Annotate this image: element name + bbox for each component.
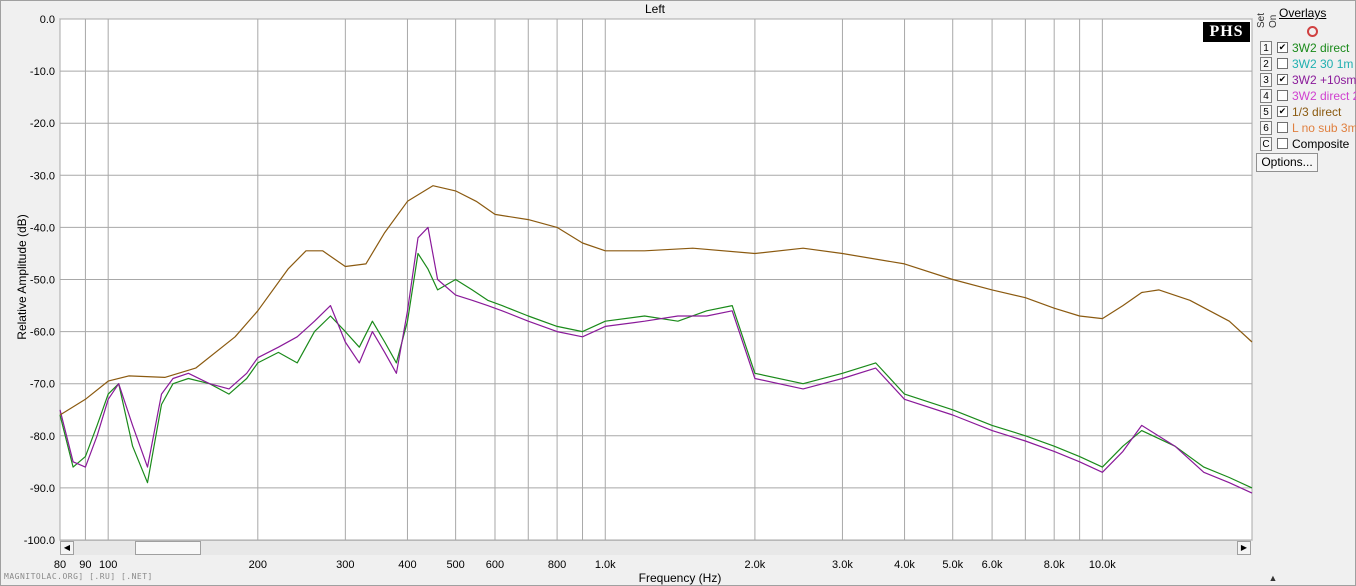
y-tick-label: -20.0 — [30, 118, 55, 130]
overlays-panel: Overlays Set On 1 ✔ 3W2 direct 2 3W2 30 1m 3 ✔… — [1256, 6, 1356, 176]
overlay-row[interactable]: 6 L no sub 3m — [1260, 121, 1356, 136]
overlay-label: 1/3 direct — [1292, 105, 1342, 119]
overlay-row[interactable]: 2 3W2 30 1m — [1260, 57, 1356, 72]
x-tick-label: 200 — [249, 559, 267, 571]
x-tick-label: 100 — [99, 559, 117, 571]
resize-grip-icon[interactable]: ▲ — [1268, 573, 1278, 583]
y-tick-label: -90.0 — [30, 483, 55, 495]
x-tick-label: 5.0k — [942, 559, 963, 571]
y-tick-label: -40.0 — [30, 222, 55, 234]
x-tick-label: 8.0k — [1044, 559, 1065, 571]
x-tick-label: 10.0k — [1089, 559, 1116, 571]
y-tick-label: -30.0 — [30, 170, 55, 182]
x-tick-label: 90 — [79, 559, 91, 571]
x-tick-label: 800 — [548, 559, 566, 571]
frequency-response-chart: 0.0 -10.0 -20.0 -30.0 -40.0 -50.0 -60.0 -70.0 -8… — [24, 14, 1253, 571]
x-tick-label: 300 — [336, 559, 354, 571]
overlay-row[interactable]: C Composite — [1260, 137, 1356, 152]
overlay-checkbox[interactable]: ✔ — [1277, 42, 1288, 53]
overlay-label: 3W2 30 1m — [1292, 57, 1354, 71]
overlay-row[interactable]: 4 3W2 direct 2 — [1260, 89, 1356, 104]
overlay-label: 3W2 direct — [1292, 41, 1350, 55]
overlay-set-button[interactable]: 5 — [1260, 105, 1272, 119]
overlay-label: L no sub 3m — [1292, 121, 1356, 135]
overlay-checkbox[interactable] — [1277, 58, 1288, 69]
overlay-set-button[interactable]: 2 — [1260, 57, 1272, 71]
overlays-title: Overlays — [1279, 6, 1327, 20]
y-tick-label: 0.0 — [40, 14, 55, 26]
y-tick-label: -80.0 — [30, 431, 55, 443]
overlay-label: Composite — [1292, 137, 1350, 151]
options-button[interactable]: Options... — [1256, 153, 1318, 172]
overlay-checkbox[interactable]: ✔ — [1277, 106, 1288, 117]
x-tick-label: 400 — [398, 559, 416, 571]
overlay-row[interactable]: 3 ✔ 3W2 +10sm — [1260, 73, 1356, 88]
record-circle-icon[interactable] — [1307, 26, 1318, 37]
overlay-label: 3W2 +10sm — [1292, 73, 1356, 87]
watermark: MAGNITOLAC.ORG] [.RU] [.NET] — [4, 572, 153, 581]
overlay-checkbox[interactable]: ✔ — [1277, 74, 1288, 85]
overlay-row[interactable]: 1 ✔ 3W2 direct — [1260, 41, 1356, 56]
overlay-set-button[interactable]: C — [1260, 137, 1272, 151]
x-tick-label: 4.0k — [894, 559, 915, 571]
set-column-header: Set — [1256, 12, 1267, 28]
scrollbar-thumb[interactable] — [135, 541, 201, 555]
y-tick-label: -60.0 — [30, 327, 55, 339]
overlay-set-button[interactable]: 4 — [1260, 89, 1272, 103]
overlay-checkbox[interactable] — [1277, 138, 1288, 149]
x-tick-label: 1.0k — [595, 559, 616, 571]
on-column-header: On — [1268, 14, 1279, 28]
x-tick-label: 600 — [486, 559, 504, 571]
x-tick-label: 2.0k — [745, 559, 766, 571]
overlay-checkbox[interactable] — [1277, 122, 1288, 133]
y-tick-label: -10.0 — [30, 66, 55, 78]
horizontal-scrollbar[interactable]: ◀ ▶ — [60, 540, 1251, 555]
y-tick-label: -50.0 — [30, 275, 55, 287]
overlay-set-button[interactable]: 6 — [1260, 121, 1272, 135]
overlay-set-button[interactable]: 3 — [1260, 73, 1272, 87]
x-tick-label: 3.0k — [832, 559, 853, 571]
overlay-label: 3W2 direct 2 — [1292, 89, 1356, 103]
x-tick-label: 6.0k — [982, 559, 1003, 571]
scroll-left-button[interactable]: ◀ — [60, 541, 74, 555]
y-tick-label: -70.0 — [30, 379, 55, 391]
overlay-set-button[interactable]: 1 — [1260, 41, 1272, 55]
overlay-row[interactable]: 5 ✔ 1/3 direct — [1260, 105, 1356, 120]
scroll-right-button[interactable]: ▶ — [1237, 541, 1251, 555]
y-tick-label: -100.0 — [24, 535, 55, 547]
x-tick-label: 500 — [446, 559, 464, 571]
overlay-checkbox[interactable] — [1277, 90, 1288, 101]
phs-logo: PHS — [1203, 22, 1250, 42]
x-tick-label: 80 — [54, 559, 66, 571]
